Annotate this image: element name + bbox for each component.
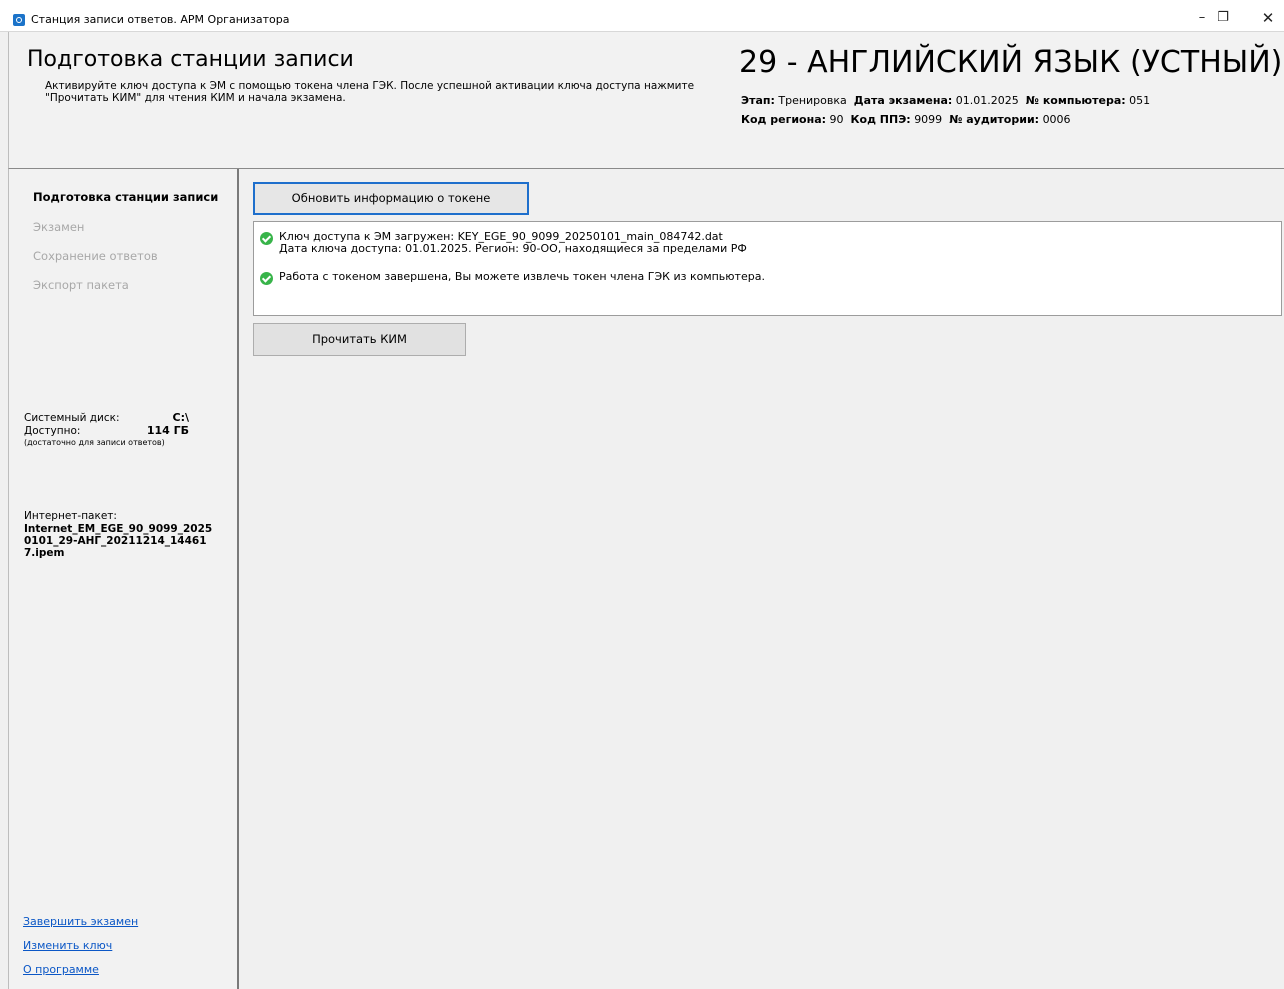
exam-date-label: Дата экзамена: — [853, 94, 953, 107]
check-circle-icon — [260, 272, 273, 285]
disk-value: C:\ — [172, 411, 190, 424]
available-value: 114 ГБ — [146, 424, 189, 437]
subject-title: 29 - АНГЛИЙСКИЙ ЯЗЫК (УСТНЫЙ) — [739, 45, 1283, 80]
read-kim-button[interactable]: Прочитать КИМ — [253, 323, 466, 356]
disk-label: Системный диск: — [24, 412, 120, 424]
region-value: 90 — [829, 113, 844, 126]
exam-meta-row-2: Код региона: 90 Код ППЭ: 9099 № аудитори… — [741, 113, 1071, 127]
exam-meta-row-1: Этап: Тренировка Дата экзамена: 01.01.20… — [741, 94, 1150, 108]
ppe-value: 9099 — [914, 113, 943, 126]
nav-item-preparation[interactable]: Подготовка станции записи — [33, 189, 218, 205]
sidebar: Подготовка станции записи Экзамен Сохран… — [8, 169, 239, 989]
main-content: Обновить информацию о токене Ключ доступ… — [239, 169, 1284, 989]
title-bar: Станция записи ответов. АРМ Организатора… — [0, 0, 1284, 32]
page-title: Подготовка станции записи — [27, 47, 354, 72]
stage-label: Этап: — [741, 94, 775, 107]
nav-item-exam: Экзамен — [33, 220, 85, 234]
stage-value: Тренировка — [778, 94, 847, 107]
nav-item-export-package: Экспорт пакета — [33, 278, 129, 292]
nav-item-save-answers: Сохранение ответов — [33, 249, 158, 263]
package-name: Internet_EM_EGE_90_9099_20250101_29-АНГ_… — [24, 523, 213, 559]
window-title: Станция записи ответов. АРМ Организатора — [31, 13, 290, 26]
restore-button[interactable]: ❐ — [1213, 6, 1233, 30]
status-log: Ключ доступа к ЭМ загружен: KEY_EGE_90_9… — [253, 221, 1282, 316]
minimize-button[interactable]: – — [1192, 6, 1212, 30]
room-label: № аудитории: — [949, 113, 1040, 126]
ppe-label: Код ППЭ: — [850, 113, 911, 126]
page-description: Активируйте ключ доступа к ЭМ с помощью … — [45, 80, 695, 104]
exam-date-value: 01.01.2025 — [955, 94, 1019, 107]
log-line: Работа с токеном завершена, Вы можете из… — [279, 270, 765, 283]
app-icon — [13, 14, 25, 26]
change-key-link[interactable]: Изменить ключ — [23, 939, 112, 953]
region-label: Код региона: — [741, 113, 827, 126]
close-button[interactable]: ✕ — [1258, 6, 1278, 30]
computer-value: 051 — [1129, 94, 1151, 107]
disk-info: Системный диск: C:\ Доступно: 114 ГБ (до… — [24, 412, 189, 448]
available-note: (достаточно для записи ответов) — [24, 438, 165, 447]
refresh-token-button[interactable]: Обновить информацию о токене — [253, 182, 529, 215]
check-circle-icon — [260, 232, 273, 245]
available-label: Доступно: — [24, 425, 81, 437]
finish-exam-link[interactable]: Завершить экзамен — [23, 915, 138, 929]
room-value: 0006 — [1042, 113, 1071, 126]
computer-label: № компьютера: — [1025, 94, 1126, 107]
log-line: Дата ключа доступа: 01.01.2025. Регион: … — [279, 242, 747, 255]
package-label: Интернет-пакет: — [24, 510, 117, 522]
page-header: Подготовка станции записи Активируйте кл… — [8, 32, 1284, 169]
about-link[interactable]: О программе — [23, 963, 99, 977]
